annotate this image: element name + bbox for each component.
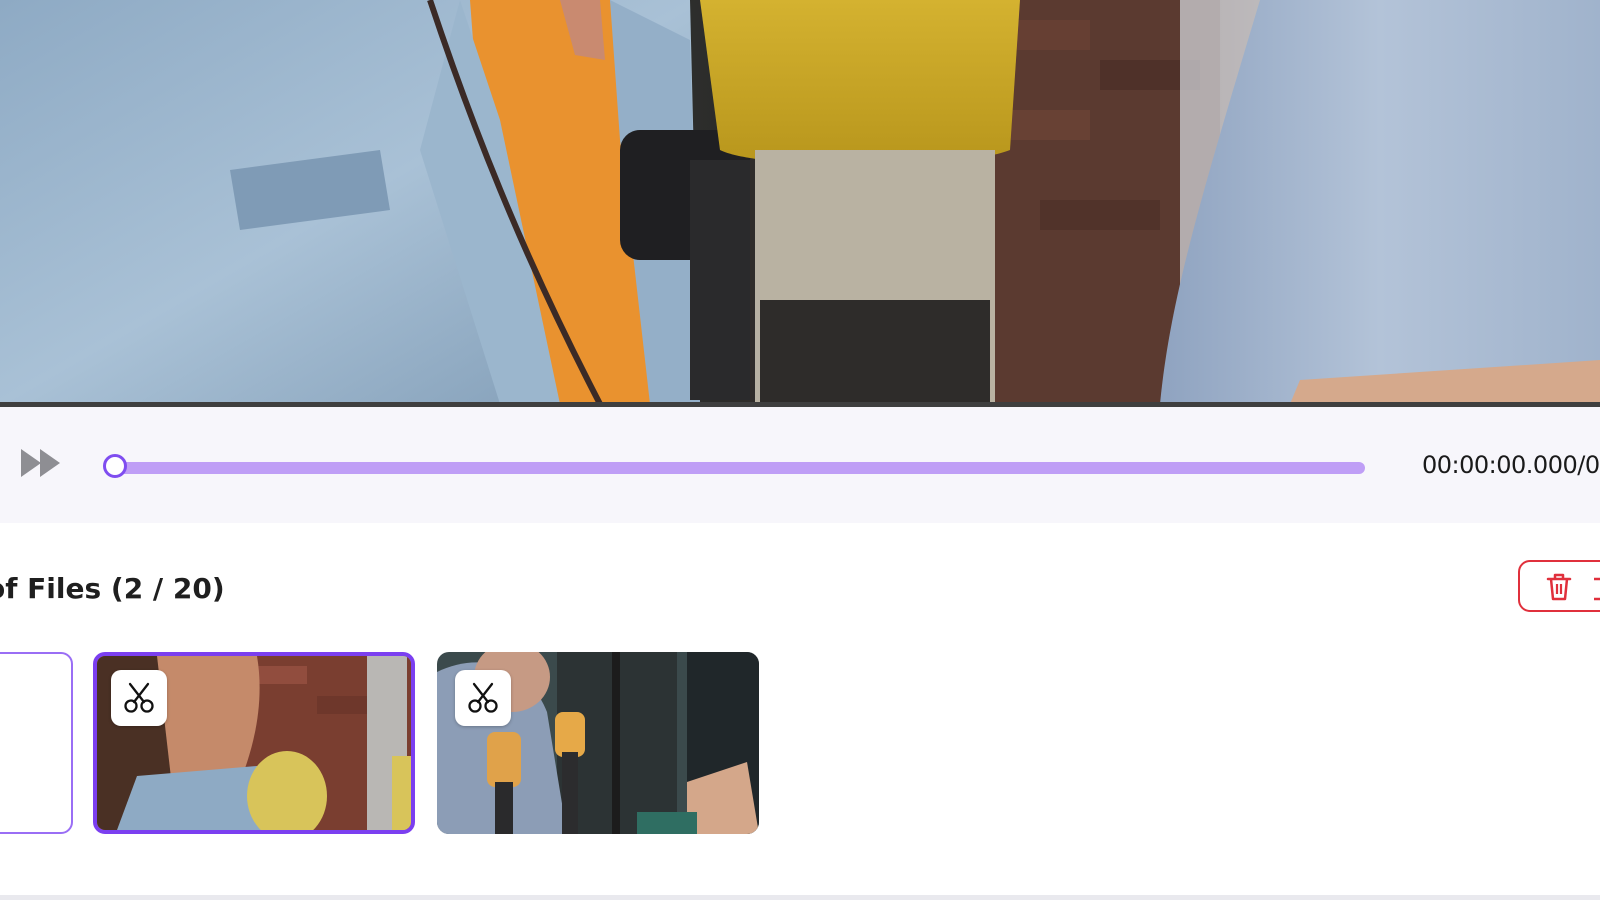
- video-preview[interactable]: [0, 0, 1600, 404]
- timecode: 00:00:00.000/00: [1422, 451, 1600, 479]
- cut-button[interactable]: [455, 670, 511, 726]
- fast-forward-icon: [21, 449, 60, 477]
- cut-button[interactable]: [111, 670, 167, 726]
- progress-track[interactable]: [112, 462, 1365, 474]
- file-list-title: of Files (2 / 20): [0, 572, 225, 605]
- file-thumbnail[interactable]: [437, 652, 759, 834]
- delete-label-fragment-icon: [1594, 577, 1600, 601]
- file-thumbnail[interactable]: [93, 652, 415, 834]
- player-controls: 00:00:00.000/00: [0, 407, 1600, 523]
- add-files-card[interactable]: es: [0, 652, 73, 834]
- scissors-icon: [124, 682, 154, 713]
- bottom-divider: [0, 895, 1600, 900]
- progress-handle[interactable]: [103, 454, 127, 478]
- video-frame: [0, 0, 1600, 404]
- trash-icon: [1546, 573, 1572, 601]
- delete-all-button[interactable]: [1518, 560, 1600, 612]
- scissors-icon: [468, 682, 498, 713]
- fast-forward-button[interactable]: [18, 445, 64, 481]
